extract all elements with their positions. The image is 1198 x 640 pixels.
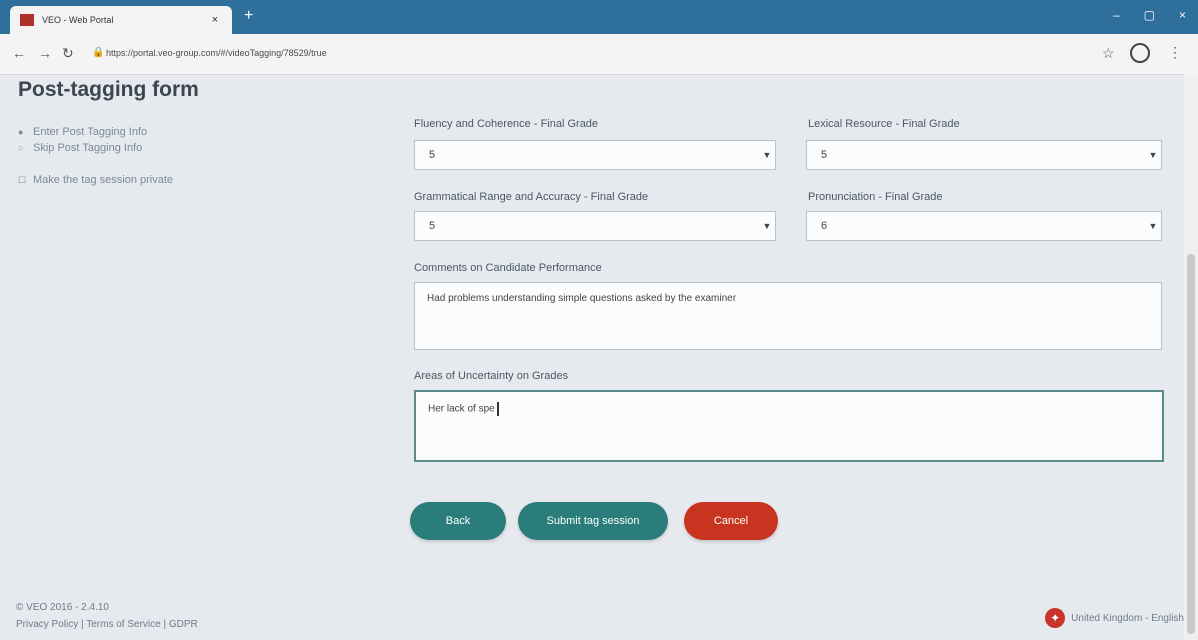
tab-title: VEO - Web Portal [42,15,114,25]
cancel-button[interactable]: Cancel [684,502,778,540]
grammar-label: Grammatical Range and Accuracy - Final G… [414,191,649,203]
account-icon[interactable] [1130,43,1150,63]
window-controls: – ▢ × [1113,8,1186,22]
option-enter-post-tagging[interactable]: ● Enter Post Tagging Info [18,124,173,140]
radio-unselected-icon: ○ [18,143,24,153]
bookmark-star-icon[interactable]: ☆ [1102,45,1115,62]
lexical-label: Lexical Resource - Final Grade [808,118,960,130]
terms-of-service-link[interactable]: Terms of Service [86,619,160,630]
page-title: Post-tagging form [18,78,199,101]
option-label: Enter Post Tagging Info [33,126,148,138]
reload-icon[interactable]: ↻ [62,45,74,62]
copyright: © VEO 2016 - 2.4.10 [16,602,109,613]
footer: © VEO 2016 - 2.4.10 Privacy Policy | Ter… [16,602,198,630]
privacy-policy-link[interactable]: Privacy Policy [16,619,78,630]
lexical-select[interactable]: 5 ▼ [806,140,1162,170]
back-arrow-icon[interactable]: ← [12,45,26,61]
pronunciation-select[interactable]: 6 ▼ [806,211,1162,241]
browser-tabstrip: VEO - Web Portal × + – ▢ × [0,0,1198,34]
lexical-value: 5 [821,149,828,161]
tab-close-icon[interactable]: × [208,14,222,26]
scrollbar-thumb[interactable] [1187,254,1195,634]
chevron-down-icon: ▼ [1148,150,1158,160]
pronunciation-value: 6 [821,220,828,232]
gdpr-link[interactable]: GDPR [169,619,198,630]
uncertainty-label: Areas of Uncertainty on Grades [414,370,569,382]
footer-separator: | [163,619,167,630]
browser-toolbar: ← → ↻ 🔒 https://portal.veo-group.com/#/v… [0,34,1198,75]
submit-tag-session-button[interactable]: Submit tag session [518,502,668,540]
grammar-select[interactable]: 5 ▼ [414,211,776,241]
text-cursor-icon [496,402,499,416]
comments-label: Comments on Candidate Performance [414,262,602,274]
fluency-select[interactable]: 5 ▼ [414,140,776,170]
footer-separator: | [81,619,84,630]
option-label: Make the tag session private [33,174,174,186]
uncertainty-text: Her lack of spe [428,403,495,415]
fluency-label: Fluency and Coherence - Final Grade [414,118,599,130]
globe-icon: ✦ [1045,608,1066,628]
forward-arrow-icon[interactable]: → [38,45,52,61]
fluency-value: 5 [429,149,436,161]
restore-icon[interactable]: ▢ [1144,8,1155,22]
address-bar[interactable]: https://portal.veo-group.com/#/videoTagg… [106,48,327,58]
window-close-icon[interactable]: × [1179,8,1186,22]
checkbox-icon: ☐ [18,174,27,185]
chevron-down-icon: ▼ [762,150,772,160]
veo-favicon-icon [20,14,34,26]
comments-textarea[interactable]: Had problems understanding simple questi… [414,282,1162,350]
locale-selector[interactable]: ✦ United Kingdom - English [1045,608,1184,628]
browser-tab[interactable]: VEO - Web Portal × [10,6,232,34]
locale-label: United Kingdom - English [1071,612,1184,624]
new-tab-icon[interactable]: + [244,7,253,25]
lock-icon: 🔒 [92,47,105,58]
comments-text: Had problems understanding simple questi… [427,293,737,304]
chevron-down-icon: ▼ [762,221,772,231]
post-tagging-options: ● Enter Post Tagging Info ○ Skip Post Ta… [18,124,173,188]
uncertainty-textarea[interactable]: Her lack of spe [414,390,1164,462]
chevron-down-icon: ▼ [1148,221,1158,231]
browser-menu-icon[interactable]: ⋮ [1168,44,1182,61]
radio-selected-icon: ● [18,127,24,137]
option-label: Skip Post Tagging Info [33,142,143,154]
back-button[interactable]: Back [410,502,506,540]
grammar-value: 5 [429,220,436,232]
pronunciation-label: Pronunciation - Final Grade [808,191,943,203]
minimize-icon[interactable]: – [1113,8,1120,22]
footer-links: Privacy Policy | Terms of Service | GDPR [16,619,198,630]
private-session-checkbox[interactable]: ☐ Make the tag session private [18,172,173,188]
page-scrollbar[interactable] [1184,74,1198,640]
option-skip-post-tagging[interactable]: ○ Skip Post Tagging Info [18,140,173,156]
